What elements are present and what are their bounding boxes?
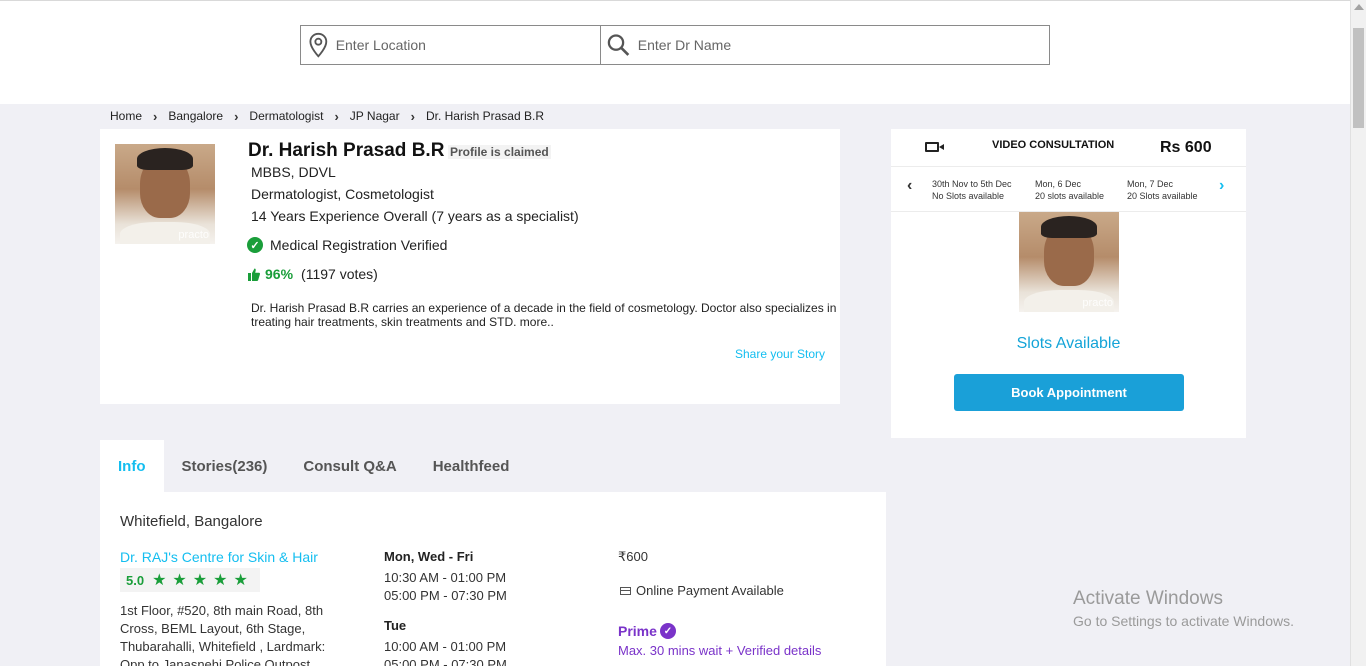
prime-label: Prime: [618, 623, 657, 639]
slot-date-strip: ‹ 30th Nov to 5th Dec No Slots available…: [891, 167, 1246, 212]
doctor-experience: 14 Years Experience Overall (7 years as …: [251, 208, 579, 224]
doctor-photo: practo: [115, 144, 215, 244]
breadcrumb-specialty[interactable]: Dermatologist: [249, 109, 323, 123]
search-bar: [300, 25, 1050, 65]
chevron-left-icon[interactable]: ‹: [907, 177, 912, 195]
breadcrumb-locality[interactable]: JP Nagar: [350, 109, 400, 123]
video-consultation-card: VIDEO CONSULTATION Rs 600 ‹ 30th Nov to …: [891, 129, 1246, 438]
payment-label: Online Payment Available: [636, 583, 784, 598]
photo-watermark: practo: [178, 229, 209, 241]
consultation-price: Rs 600: [1160, 139, 1212, 156]
chevron-right-icon: ›: [410, 108, 415, 124]
top-header: [0, 0, 1350, 104]
timing-days: Mon, Wed - Fri: [384, 549, 474, 564]
slot-day-1[interactable]: 30th Nov to 5th Dec No Slots available: [932, 178, 1012, 202]
share-story-link[interactable]: Share your Story: [735, 347, 825, 361]
activate-windows-hint: Go to Settings to activate Windows.: [1073, 613, 1294, 629]
search-icon: [607, 34, 630, 56]
chevron-right-icon: ›: [153, 108, 158, 124]
tab-stories[interactable]: Stories(236): [164, 440, 286, 492]
photo-watermark: practo: [1082, 297, 1113, 309]
scroll-thumb[interactable]: [1353, 28, 1364, 128]
profile-tabs: Info Stories(236) Consult Q&A Healthfeed: [100, 440, 886, 492]
doctor-photo-small: practo: [1019, 212, 1119, 312]
timing-slot: 10:00 AM - 01:00 PM: [384, 639, 507, 654]
location-pin-icon: [309, 32, 328, 58]
location-search[interactable]: [301, 26, 601, 64]
rating-percent: 96%: [265, 266, 294, 282]
tab-consult-qa[interactable]: Consult Q&A: [285, 440, 414, 492]
consultation-title: VIDEO CONSULTATION: [992, 139, 1115, 151]
location-input[interactable]: [327, 37, 600, 53]
profile-claimed-badge: Profile is claimed: [448, 145, 551, 159]
slot-day-2[interactable]: Mon, 6 Dec 20 slots available: [1035, 178, 1104, 202]
chevron-right-icon: ›: [234, 108, 239, 124]
wait-time[interactable]: Max. 30 mins wait + Verified details: [618, 643, 821, 658]
consultation-fee: ₹600: [618, 549, 648, 564]
scroll-up-arrow-icon[interactable]: [1354, 4, 1364, 10]
clinic-address: 1st Floor, #520, 8th main Road, 8th Cros…: [120, 603, 326, 666]
clinic-rating: 5.0 ★ ★ ★ ★ ★: [120, 568, 260, 592]
tab-healthfeed[interactable]: Healthfeed: [415, 440, 528, 492]
registration-verified: ✓ Medical Registration Verified: [247, 237, 447, 253]
star-icon: ★: [233, 572, 248, 589]
thumbs-up-icon: [248, 268, 260, 281]
doctor-bio[interactable]: Dr. Harish Prasad B.R carries an experie…: [251, 301, 841, 329]
windows-activation-watermark: Activate Windows Go to Settings to activ…: [1073, 588, 1294, 629]
verification-label: Medical Registration Verified: [270, 237, 448, 253]
timing-slot: 05:00 PM - 07:30 PM: [384, 588, 507, 603]
doctor-name-input[interactable]: [629, 37, 1049, 53]
star-icon: ★: [213, 572, 228, 589]
verified-check-icon: ✓: [659, 623, 676, 639]
breadcrumb-current: Dr. Harish Prasad B.R: [425, 109, 544, 123]
timing-slot: 10:30 AM - 01:00 PM: [384, 570, 507, 585]
check-circle-icon: ✓: [247, 237, 263, 253]
credit-card-icon: [620, 586, 631, 595]
consultation-header: VIDEO CONSULTATION Rs 600: [891, 129, 1246, 167]
breadcrumb: Home › Bangalore › Dermatologist › JP Na…: [110, 108, 544, 124]
video-camera-icon: [925, 142, 944, 152]
breadcrumb-city[interactable]: Bangalore: [168, 109, 223, 123]
clinic-name-link[interactable]: Dr. RAJ's Centre for Skin & Hair: [120, 549, 318, 565]
clinic-rating-value: 5.0: [126, 572, 145, 588]
online-payment: Online Payment Available: [620, 583, 784, 598]
slot-day-3[interactable]: Mon, 7 Dec 20 Slots available: [1127, 178, 1198, 202]
chevron-right-icon[interactable]: ›: [1219, 177, 1224, 195]
slots-available-label: Slots Available: [1016, 335, 1121, 352]
page-scrollbar[interactable]: [1350, 0, 1366, 666]
doctor-rating: 96% (1197 votes): [248, 266, 378, 282]
doctor-search[interactable]: [601, 26, 1049, 64]
doctor-specialty: Dermatologist, Cosmetologist: [251, 186, 434, 202]
star-icon: ★: [172, 572, 187, 589]
timing-slot: 05:00 PM - 07:30 PM: [384, 657, 507, 666]
star-icon: ★: [152, 572, 167, 589]
prime-badge-row: Prime ✓: [618, 623, 676, 639]
practice-location: Whitefield, Bangalore: [120, 513, 263, 530]
book-appointment-button[interactable]: Book Appointment: [954, 374, 1184, 411]
vote-count: (1197 votes): [301, 266, 378, 282]
chevron-right-icon: ›: [334, 108, 339, 124]
doctor-profile-card: practo Dr. Harish Prasad B.R Profile is …: [100, 129, 840, 404]
info-panel: Whitefield, Bangalore Dr. RAJ's Centre f…: [100, 492, 886, 666]
activate-windows-title: Activate Windows: [1073, 588, 1223, 609]
tab-info[interactable]: Info: [100, 440, 164, 492]
doctor-degrees: MBBS, DDVL: [251, 164, 336, 180]
timing-days: Tue: [384, 618, 407, 633]
breadcrumb-home[interactable]: Home: [110, 109, 142, 123]
doctor-name: Dr. Harish Prasad B.R: [248, 140, 445, 161]
star-icon: ★: [192, 572, 208, 589]
